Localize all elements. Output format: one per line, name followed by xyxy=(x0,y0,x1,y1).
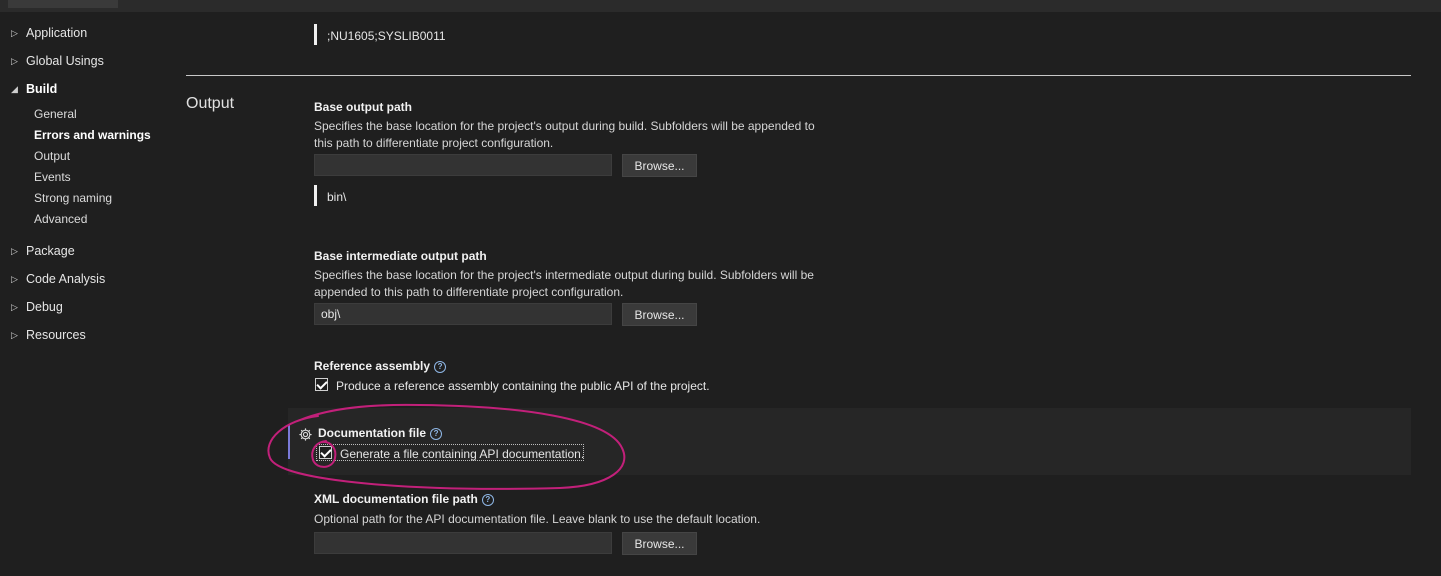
xml-doc-path-input[interactable] xyxy=(314,532,612,554)
sidebar-item-errors-and-warnings[interactable]: Errors and warnings xyxy=(34,125,151,145)
sidebar-group-label: Application xyxy=(26,26,88,40)
reference-assembly-title: Reference assembly? xyxy=(314,359,447,373)
base-output-effective-value: bin\ xyxy=(327,190,347,204)
chevron-right-icon: ▷ xyxy=(11,274,18,284)
help-icon[interactable]: ? xyxy=(481,494,494,506)
documentation-file-title: Documentation file? xyxy=(318,426,443,440)
xml-doc-path-title: XML documentation file path? xyxy=(314,492,494,506)
sidebar-item-general[interactable]: General xyxy=(34,104,77,124)
value-indicator-bar xyxy=(314,185,317,206)
reference-assembly-checkbox[interactable] xyxy=(315,378,328,391)
base-intermediate-path-description: Specifies the base location for the proj… xyxy=(314,268,814,299)
base-intermediate-browse-button[interactable]: Browse... xyxy=(622,303,697,326)
document-tab[interactable] xyxy=(8,0,118,8)
base-intermediate-path-title: Base intermediate output path xyxy=(314,249,487,263)
reference-assembly-checkbox-label[interactable]: Produce a reference assembly containing … xyxy=(336,379,710,393)
chevron-right-icon: ▷ xyxy=(11,56,18,66)
base-intermediate-path-input[interactable] xyxy=(314,303,612,325)
vertical-scrollbar[interactable] xyxy=(1434,12,1441,576)
chevron-right-icon: ▷ xyxy=(11,246,18,256)
window-top-bar xyxy=(0,0,1441,12)
sidebar-nav: ▷ Application ▷ Global Usings ◢ Build Ge… xyxy=(0,12,170,576)
xml-doc-path-title-text: XML documentation file path xyxy=(314,492,478,506)
chevron-right-icon: ▷ xyxy=(11,330,18,340)
chevron-right-icon: ▷ xyxy=(11,28,18,38)
chevron-expanded-icon: ◢ xyxy=(11,84,18,94)
value-indicator-bar xyxy=(314,24,317,45)
sidebar-item-events[interactable]: Events xyxy=(34,167,71,187)
sidebar-item-advanced[interactable]: Advanced xyxy=(34,209,87,229)
documentation-file-checkbox[interactable] xyxy=(319,446,332,459)
section-divider xyxy=(186,75,1411,76)
sidebar-group-label: Resources xyxy=(26,328,86,342)
documentation-file-checkbox-label[interactable]: Generate a file containing API documenta… xyxy=(340,447,584,461)
reference-assembly-title-text: Reference assembly xyxy=(314,359,431,373)
xml-doc-path-description: Optional path for the API documentation … xyxy=(314,512,761,526)
sidebar-group-label: Code Analysis xyxy=(26,272,106,286)
documentation-file-row xyxy=(288,408,1411,475)
base-output-path-title: Base output path xyxy=(314,100,412,114)
modified-indicator-bar xyxy=(288,424,290,459)
gear-icon[interactable] xyxy=(298,427,313,442)
sidebar-group-label: Package xyxy=(26,244,75,258)
help-icon[interactable]: ? xyxy=(430,428,443,440)
base-output-browse-button[interactable]: Browse... xyxy=(622,154,697,177)
sidebar-group-label: Build xyxy=(26,82,58,96)
xml-doc-browse-button[interactable]: Browse... xyxy=(622,532,697,555)
section-title: Output xyxy=(186,95,235,112)
sidebar-group-label: Debug xyxy=(26,300,63,314)
suppressed-warnings-value: ;NU1605;SYSLIB0011 xyxy=(327,29,446,43)
documentation-file-title-text: Documentation file xyxy=(318,426,427,440)
base-output-path-description: Specifies the base location for the proj… xyxy=(314,119,815,150)
scrollbar-thumb[interactable] xyxy=(1435,28,1440,48)
base-output-path-input[interactable] xyxy=(314,154,612,176)
sidebar-item-strong-naming[interactable]: Strong naming xyxy=(34,188,112,208)
sidebar-group-label: Global Usings xyxy=(26,54,104,68)
sidebar-item-output[interactable]: Output xyxy=(34,146,70,166)
help-icon[interactable]: ? xyxy=(434,361,447,373)
chevron-right-icon: ▷ xyxy=(11,302,18,312)
